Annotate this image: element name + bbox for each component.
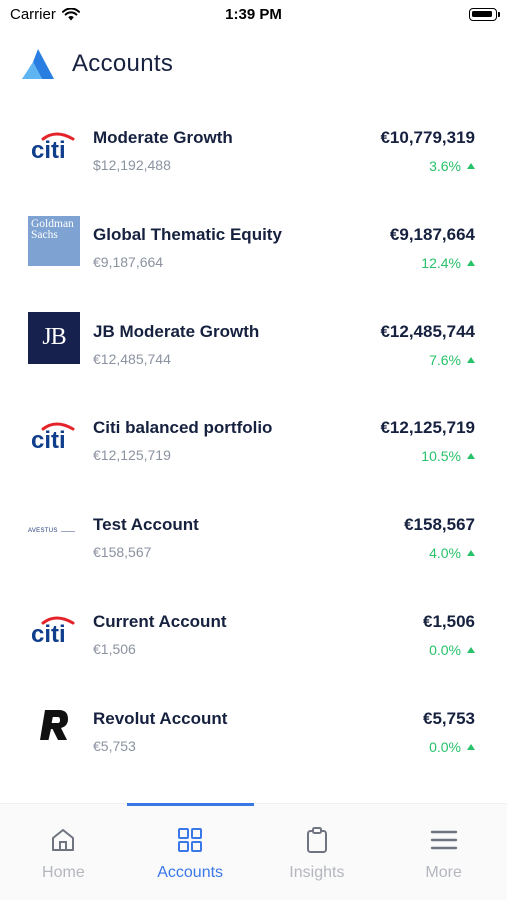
- battery-icon: [469, 8, 500, 21]
- account-change: 12.4%: [421, 255, 475, 271]
- account-row[interactable]: Revolut Account €5,753 €5,753 0.0%: [0, 687, 507, 784]
- account-change: 7.6%: [429, 352, 475, 368]
- change-percent: 0.0%: [429, 641, 461, 658]
- svg-text:citi: citi: [31, 621, 66, 645]
- account-name: JB Moderate Growth: [93, 321, 260, 341]
- svg-text:citi: citi: [31, 137, 66, 161]
- change-percent: 0.0%: [429, 738, 461, 755]
- active-tab-indicator: [126, 803, 254, 806]
- account-row[interactable]: citi Citi balanced portfolio €12,125,719…: [0, 396, 507, 493]
- account-row[interactable]: Goldman Sachs Global Thematic Equity €9,…: [0, 203, 507, 300]
- citi-logo: citi: [28, 118, 80, 170]
- account-name: Revolut Account: [93, 708, 228, 728]
- change-percent: 10.5%: [421, 448, 461, 465]
- account-change: 0.0%: [429, 739, 475, 755]
- account-name: Citi balanced portfolio: [93, 418, 273, 438]
- svg-text:citi: citi: [31, 427, 66, 451]
- page-header: Accounts: [20, 44, 173, 84]
- up-arrow-icon: [467, 453, 475, 460]
- up-arrow-icon: [467, 743, 475, 750]
- account-original-value: €12,125,719: [93, 447, 171, 464]
- account-change: 10.5%: [421, 448, 475, 464]
- account-name: Moderate Growth: [93, 128, 233, 147]
- account-original-value: $12,192,488: [93, 157, 171, 173]
- home-icon: [52, 829, 75, 851]
- account-row[interactable]: AVESTUS Test Account €158,567 €158,567 4…: [0, 493, 507, 590]
- account-value: €10,779,319: [380, 128, 475, 147]
- brand-logo-icon: [22, 49, 54, 79]
- account-original-value: €5,753: [93, 737, 136, 754]
- tab-label: More: [425, 864, 462, 881]
- status-time: 1:39 PM: [225, 6, 282, 23]
- avestus-logo: AVESTUS: [28, 505, 80, 557]
- citi-logo: citi: [28, 602, 80, 654]
- account-change: 3.6%: [429, 158, 475, 174]
- account-row[interactable]: citi Moderate Growth $12,192,488 €10,779…: [0, 106, 507, 203]
- tab-home[interactable]: Home: [0, 804, 127, 900]
- tab-label: Accounts: [157, 864, 224, 881]
- clipboard-icon: [306, 827, 327, 853]
- account-value: €12,485,744: [380, 321, 475, 341]
- tab-insights[interactable]: Insights: [254, 804, 381, 900]
- page-title: Accounts: [72, 50, 174, 77]
- tab-label: Insights: [289, 864, 345, 881]
- goldman-sachs-logo: Goldman Sachs: [28, 215, 80, 267]
- change-percent: 4.0%: [429, 545, 461, 562]
- account-value: €5,753: [423, 708, 475, 728]
- revolut-logo: [28, 699, 80, 751]
- change-percent: 12.4%: [421, 254, 461, 271]
- account-value: €158,567: [404, 515, 475, 535]
- account-change: 0.0%: [429, 642, 475, 658]
- account-name: Test Account: [93, 515, 199, 535]
- grid-icon: [178, 828, 203, 852]
- up-arrow-icon: [467, 163, 475, 169]
- jb-logo: JB: [28, 311, 80, 364]
- change-percent: 7.6%: [429, 351, 461, 368]
- account-value: €1,506: [423, 611, 475, 631]
- tab-more[interactable]: More: [380, 804, 507, 900]
- account-row[interactable]: JB JB Moderate Growth €12,485,744 €12,48…: [0, 300, 507, 397]
- account-original-value: €158,567: [93, 544, 152, 561]
- status-bar: Carrier 1:39 PM: [0, 0, 507, 30]
- account-row[interactable]: citi Current Account €1,506 €1,506 0.0%: [0, 590, 507, 687]
- account-original-value: €9,187,664: [93, 253, 164, 270]
- account-name: Current Account: [93, 611, 227, 631]
- up-arrow-icon: [467, 550, 475, 557]
- menu-icon: [430, 830, 457, 850]
- tab-bar: Home Accounts Insights More: [0, 803, 507, 900]
- tab-label: Home: [42, 864, 85, 881]
- account-value: €12,125,719: [380, 418, 475, 438]
- account-change: 4.0%: [429, 545, 475, 561]
- up-arrow-icon: [467, 356, 475, 363]
- account-name: Global Thematic Equity: [93, 224, 282, 244]
- up-arrow-icon: [467, 259, 475, 266]
- account-value: €9,187,664: [389, 224, 475, 244]
- account-original-value: €1,506: [93, 640, 136, 657]
- account-list: citi Moderate Growth $12,192,488 €10,779…: [0, 106, 507, 784]
- tab-accounts[interactable]: Accounts: [126, 803, 254, 900]
- citi-logo: citi: [28, 408, 80, 460]
- up-arrow-icon: [467, 646, 475, 653]
- change-percent: 3.6%: [429, 158, 461, 174]
- account-original-value: €12,485,744: [93, 350, 171, 367]
